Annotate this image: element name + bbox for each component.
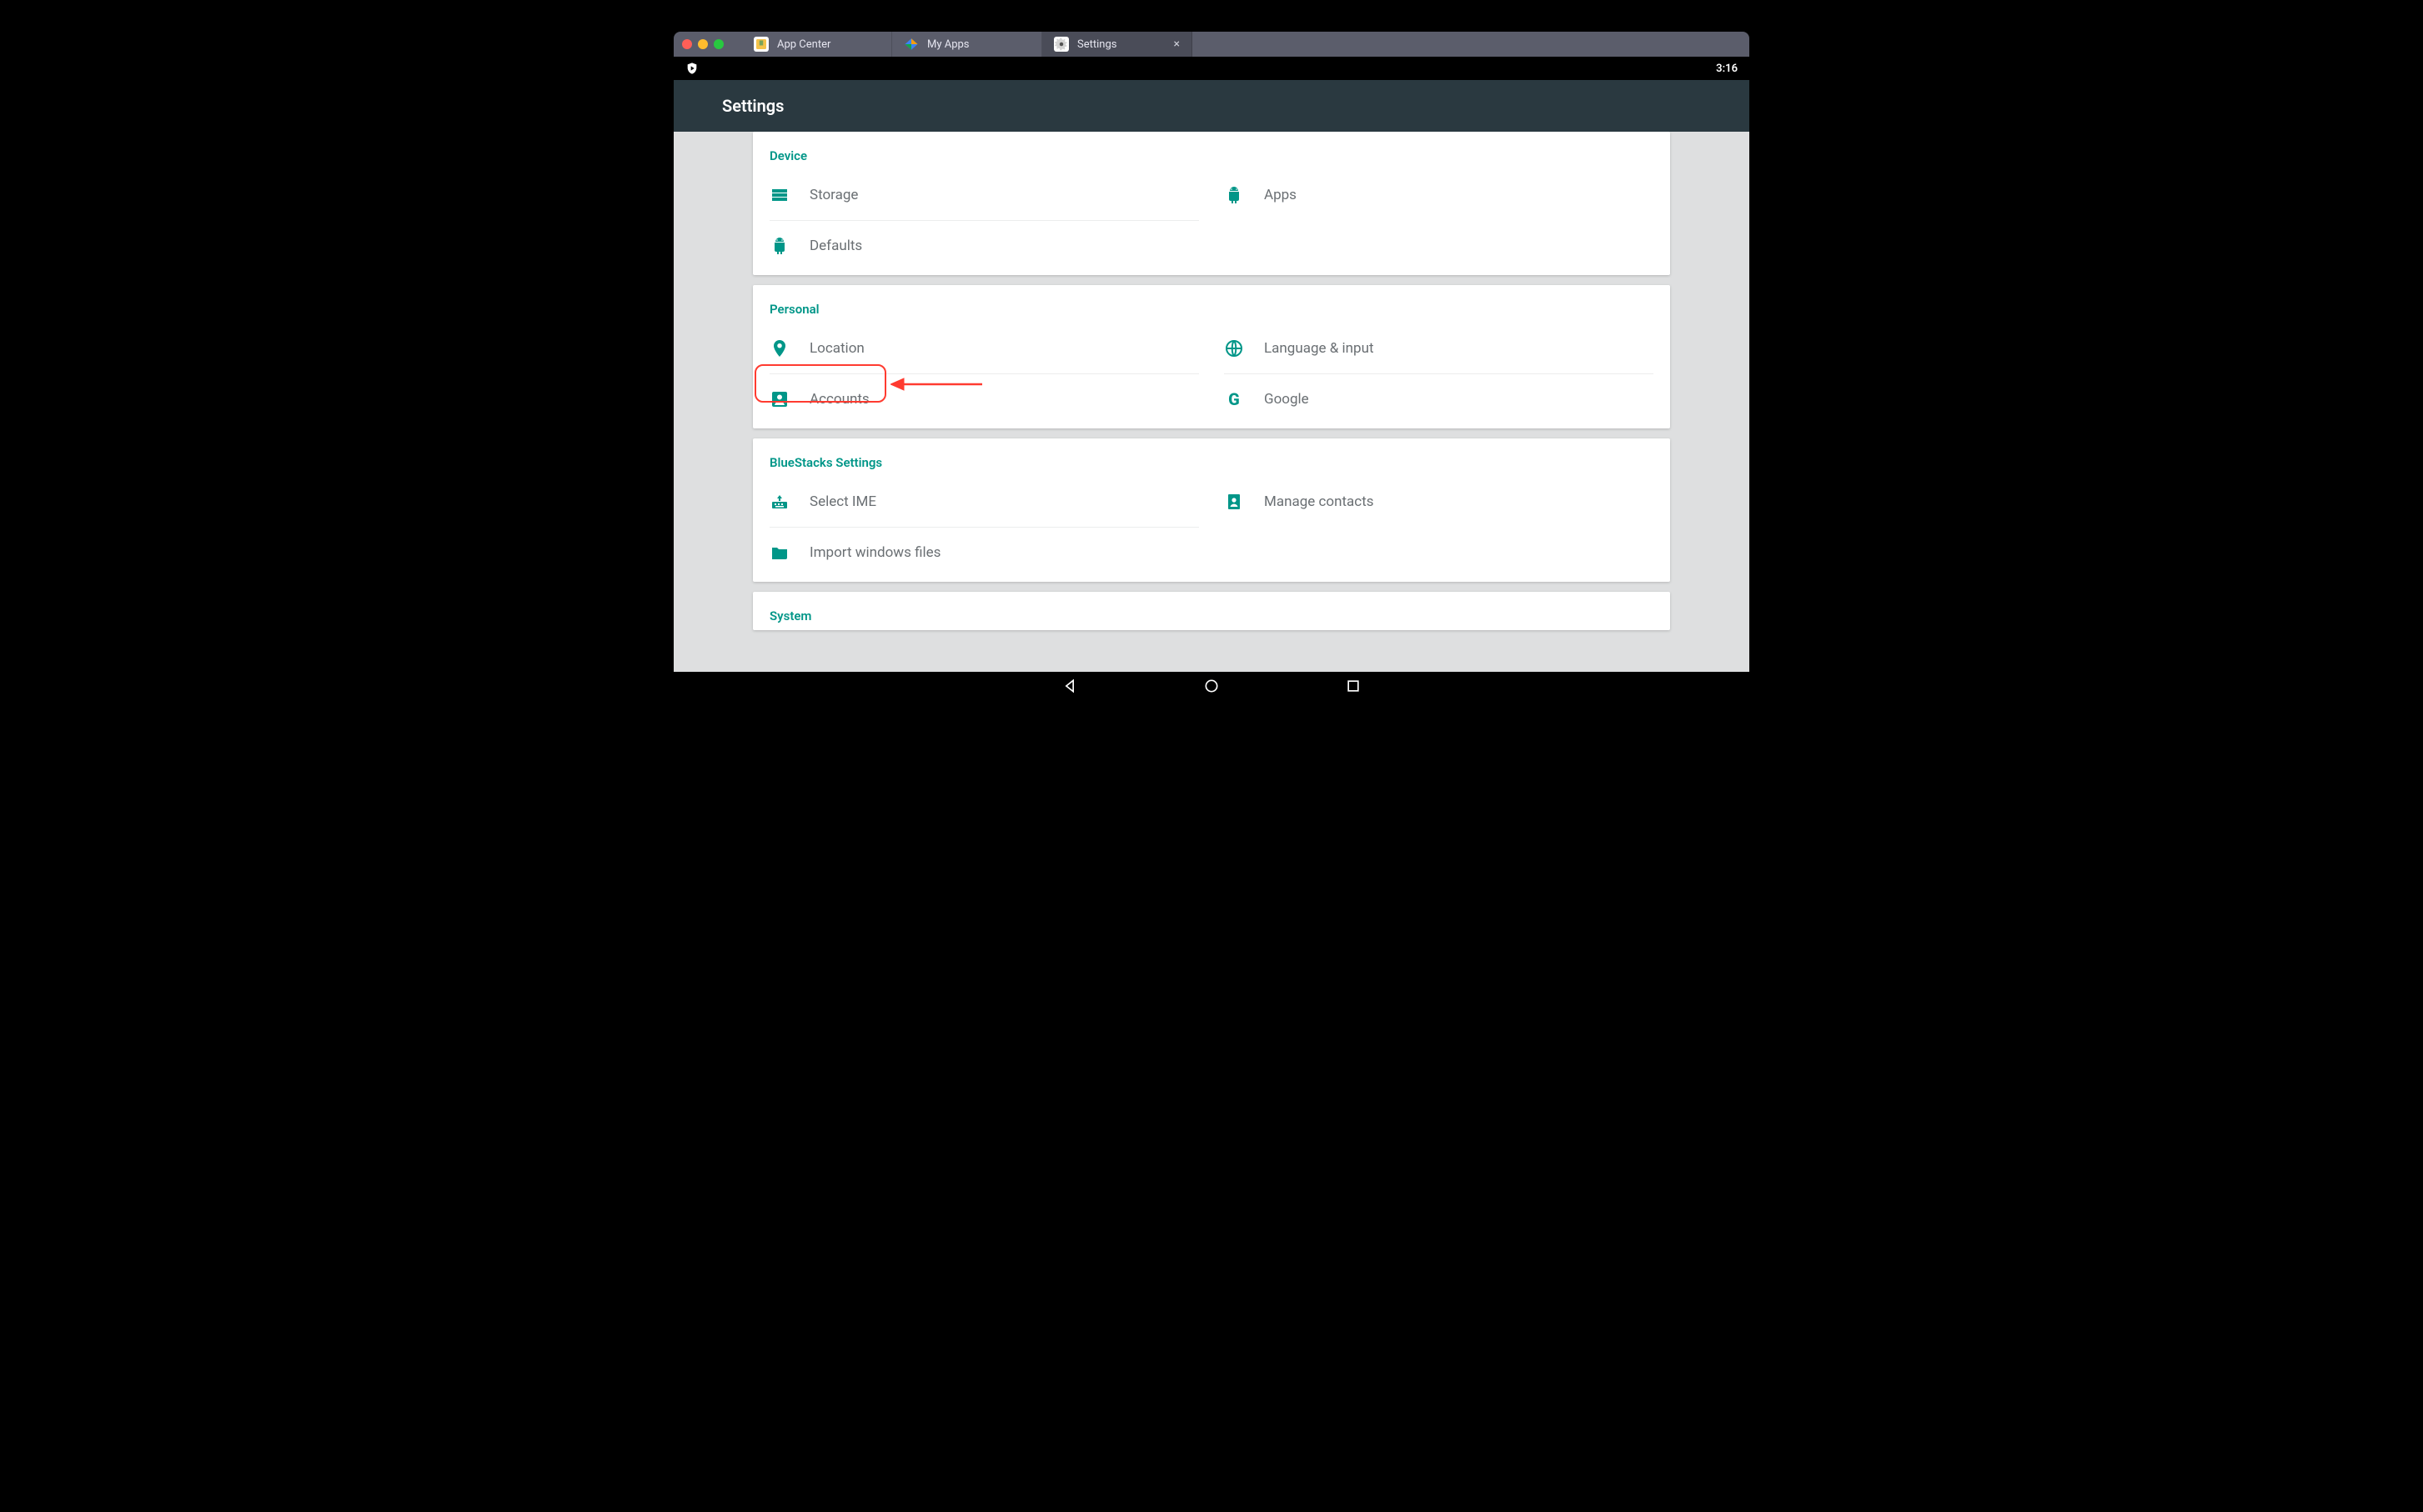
android-icon <box>1224 185 1244 205</box>
item-import-files[interactable]: Import windows files <box>770 527 1199 577</box>
item-storage[interactable]: Storage <box>770 170 1199 220</box>
item-label: Storage <box>810 187 858 203</box>
nav-home-button[interactable] <box>1203 678 1220 694</box>
globe-icon <box>1224 338 1244 358</box>
section-title-bluestacks: BlueStacks Settings <box>770 455 1653 470</box>
item-defaults[interactable]: Defaults <box>770 220 1199 270</box>
tab-label: App Center <box>777 38 830 51</box>
item-label: Language & input <box>1264 340 1374 357</box>
item-label: Accounts <box>810 391 870 408</box>
bluestacks-window: App Center My Apps Settings × 3:16 <box>674 32 1749 700</box>
item-label: Location <box>810 340 865 357</box>
item-label: Google <box>1264 391 1309 408</box>
page-header: Settings <box>674 80 1749 132</box>
item-location[interactable]: Location <box>770 323 1199 373</box>
tab-label: Settings <box>1077 38 1116 51</box>
tab-app-center[interactable]: App Center <box>742 32 892 57</box>
zoom-window-button[interactable] <box>714 39 724 49</box>
section-system: System <box>753 592 1670 630</box>
app-center-icon <box>754 37 769 52</box>
storage-icon <box>770 185 790 205</box>
section-title-device: Device <box>770 148 1653 163</box>
item-manage-contacts[interactable]: Manage contacts <box>1224 477 1653 527</box>
item-apps[interactable]: Apps <box>1224 170 1653 220</box>
android-icon <box>770 236 790 256</box>
item-label: Defaults <box>810 238 862 254</box>
item-select-ime[interactable]: Select IME <box>770 477 1199 527</box>
tab-close-button[interactable]: × <box>1174 38 1180 51</box>
item-google[interactable]: G Google <box>1224 373 1653 423</box>
contacts-icon <box>1224 492 1244 512</box>
window-controls <box>682 39 724 49</box>
settings-tab-icon <box>1054 37 1069 52</box>
item-accounts[interactable]: Accounts <box>770 373 1199 423</box>
clock: 3:16 <box>1716 63 1738 75</box>
item-language-input[interactable]: Language & input <box>1224 323 1653 373</box>
section-bluestacks: BlueStacks Settings Select IME <box>753 438 1670 582</box>
section-title-personal: Personal <box>770 302 1653 317</box>
android-nav-bar <box>674 672 1749 700</box>
close-window-button[interactable] <box>682 39 692 49</box>
item-label: Manage contacts <box>1264 493 1374 510</box>
my-apps-icon <box>904 37 919 52</box>
location-icon <box>770 338 790 358</box>
account-icon <box>770 389 790 409</box>
android-status-bar: 3:16 <box>674 57 1749 80</box>
section-personal: Personal Location Language & <box>753 285 1670 428</box>
tab-bar: App Center My Apps Settings × <box>674 32 1749 57</box>
item-label: Import windows files <box>810 544 941 561</box>
section-device: Device Storage Apps <box>753 132 1670 275</box>
tab-settings[interactable]: Settings × <box>1042 32 1192 57</box>
folder-icon <box>770 543 790 563</box>
page-title: Settings <box>722 96 784 116</box>
section-title-system: System <box>770 608 1653 623</box>
settings-content: Device Storage Apps <box>674 132 1749 672</box>
item-label: Select IME <box>810 493 876 510</box>
item-label: Apps <box>1264 187 1297 203</box>
nav-back-button[interactable] <box>1061 678 1078 694</box>
nav-recent-button[interactable] <box>1345 678 1362 694</box>
minimize-window-button[interactable] <box>698 39 708 49</box>
shield-icon <box>685 62 699 75</box>
keyboard-icon <box>770 492 790 512</box>
tab-my-apps[interactable]: My Apps <box>892 32 1042 57</box>
google-icon: G <box>1224 389 1244 409</box>
tab-label: My Apps <box>927 38 970 51</box>
